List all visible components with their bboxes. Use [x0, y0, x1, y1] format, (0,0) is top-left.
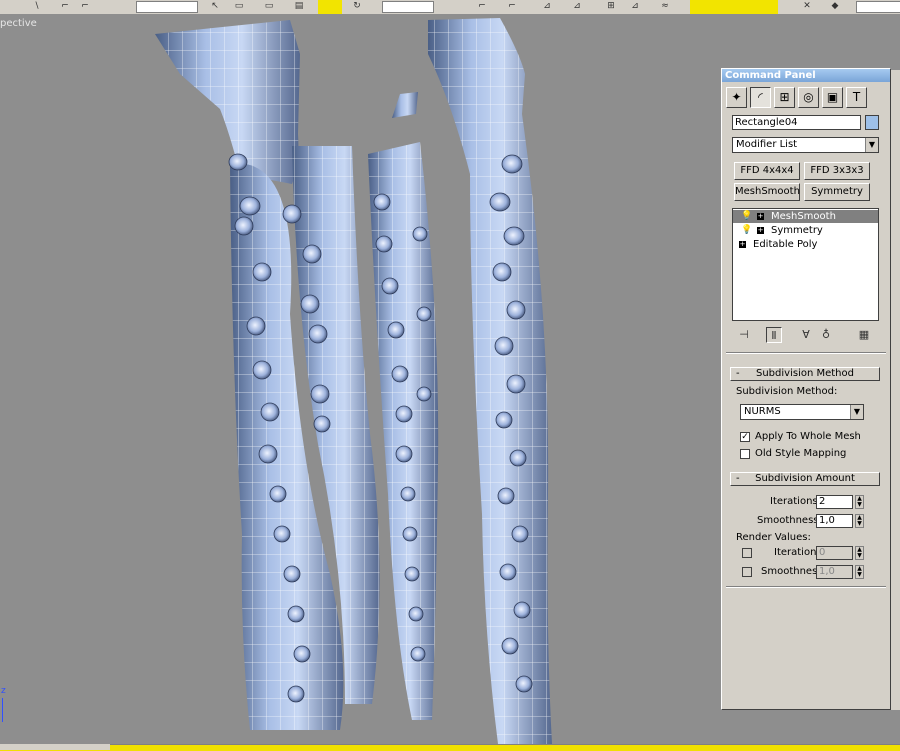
command-panel-title[interactable]: Command Panel: [722, 69, 890, 82]
symmetry-button[interactable]: Symmetry: [804, 183, 870, 201]
subdivision-method-label: Subdivision Method:: [736, 386, 838, 397]
apply-whole-mesh-label: Apply To Whole Mesh: [755, 431, 861, 442]
subdivision-method-rollout[interactable]: - Subdivision Method: [730, 367, 880, 381]
modifier-stack: 💡 + MeshSmooth 💡 + Symmetry + Editable P…: [732, 208, 879, 321]
render-setup-icon[interactable]: ◆: [828, 1, 842, 12]
collapse-icon: -: [736, 368, 740, 379]
subdivision-method-value: NURMS: [744, 406, 781, 417]
material-editor-icon[interactable]: ✕: [800, 1, 814, 12]
layers-icon[interactable]: ⊞: [604, 1, 618, 12]
status-field: [0, 744, 110, 750]
iterations-field[interactable]: 2: [816, 495, 853, 509]
render-iterations-field[interactable]: 0: [816, 546, 853, 560]
ffd-3x3x3-button[interactable]: FFD 3x3x3: [804, 162, 870, 180]
curve-editor-icon[interactable]: ≈: [658, 1, 672, 12]
render-smoothness-field[interactable]: 1,0: [816, 565, 853, 579]
named-selection-field[interactable]: [690, 0, 778, 14]
smoothness-field[interactable]: 1,0: [816, 514, 853, 528]
old-style-mapping-label: Old Style Mapping: [755, 448, 847, 459]
axis-z-line: [2, 698, 3, 722]
render-values-label: Render Values:: [736, 532, 811, 543]
configure-sets-icon[interactable]: ▦: [856, 327, 872, 343]
modify-tab-icon[interactable]: ◜: [750, 87, 771, 108]
show-end-result-icon[interactable]: Ⅱ: [766, 327, 782, 343]
graph-icon[interactable]: ⊿: [628, 1, 642, 12]
select-by-name-icon[interactable]: ▤: [292, 1, 306, 12]
expand-icon[interactable]: +: [739, 241, 746, 248]
snap-icon[interactable]: ⌐: [475, 1, 489, 12]
tentacle-middle-right: [368, 142, 439, 720]
utilities-tab-icon[interactable]: T: [846, 87, 867, 108]
modifier-list-label: Modifier List: [736, 139, 798, 150]
mirror-icon[interactable]: ⊿: [540, 1, 554, 12]
render-type-field[interactable]: [856, 1, 900, 13]
command-panel: Command Panel ✦ ◜ ⊞ ◎ ▣ T Rectangle04 Mo…: [721, 68, 891, 710]
right-edge-panel: [890, 70, 900, 710]
rollout-title: Subdivision Amount: [755, 473, 855, 484]
lightbulb-icon[interactable]: 💡: [741, 224, 752, 237]
reference-coord-field[interactable]: [382, 1, 434, 13]
select-icon[interactable]: ↖: [208, 1, 222, 12]
expand-icon[interactable]: +: [757, 227, 764, 234]
separator: [726, 352, 886, 354]
axis-z-label: z: [1, 686, 6, 696]
smoothness-label: Smoothness:: [757, 515, 822, 526]
iterations-label: Iterations:: [770, 496, 821, 507]
stack-item-editable-poly[interactable]: + Editable Poly: [733, 238, 878, 251]
modifier-list-dropdown[interactable]: Modifier List ▼: [732, 137, 879, 153]
smoothness-spinner[interactable]: ▲ ▼: [855, 514, 864, 528]
bind-icon[interactable]: ⌐: [78, 1, 92, 12]
align-icon[interactable]: ⊿: [570, 1, 584, 12]
pin-stack-icon[interactable]: ⊣: [736, 327, 752, 343]
rollout-title: Subdivision Method: [756, 368, 854, 379]
main-toolbar: \ ⌐ ⌐ ↖ ▭ ▭ ▤ ↻ ⌐ ⌐ ⊿ ⊿ ⊞ ⊿ ≈ ✕ ◆: [0, 0, 900, 15]
unlink-icon[interactable]: ⌐: [58, 1, 72, 12]
window-crossing-icon[interactable]: ▭: [262, 1, 276, 12]
move-tool-icon[interactable]: [318, 0, 342, 14]
render-iterations-checkbox[interactable]: [742, 548, 752, 558]
stack-item-meshsmooth[interactable]: 💡 + MeshSmooth: [733, 210, 878, 223]
old-style-mapping-checkbox[interactable]: [740, 449, 750, 459]
stack-item-label: Symmetry: [771, 225, 823, 236]
create-tab-icon[interactable]: ✦: [726, 87, 747, 108]
select-link-icon[interactable]: \: [30, 1, 44, 12]
motion-tab-icon[interactable]: ◎: [798, 87, 819, 108]
collapse-icon: -: [736, 473, 740, 484]
render-smoothness-spinner[interactable]: ▲ ▼: [855, 565, 864, 579]
ffd-4x4x4-button[interactable]: FFD 4x4x4: [734, 162, 800, 180]
lightbulb-icon[interactable]: 💡: [741, 210, 752, 223]
remove-modifier-icon[interactable]: ♁: [818, 327, 834, 343]
render-smoothness-checkbox[interactable]: [742, 567, 752, 577]
hierarchy-tab-icon[interactable]: ⊞: [774, 87, 795, 108]
render-iterations-spinner[interactable]: ▲ ▼: [855, 546, 864, 560]
select-region-icon[interactable]: ▭: [232, 1, 246, 12]
apply-whole-mesh-checkbox[interactable]: ✓: [740, 432, 750, 442]
display-tab-icon[interactable]: ▣: [822, 87, 843, 108]
angle-snap-icon[interactable]: ⌐: [505, 1, 519, 12]
subdivision-method-dropdown[interactable]: NURMS ▼: [740, 404, 864, 420]
make-unique-icon[interactable]: ∀: [798, 327, 814, 343]
subdivision-amount-rollout[interactable]: - Subdivision Amount: [730, 472, 880, 486]
separator: [726, 586, 886, 588]
rotate-icon[interactable]: ↻: [350, 1, 364, 12]
stack-item-symmetry[interactable]: 💡 + Symmetry: [733, 224, 878, 237]
stack-item-label: MeshSmooth: [771, 211, 836, 222]
object-name-field[interactable]: Rectangle04: [732, 115, 861, 130]
object-color-swatch[interactable]: [865, 115, 879, 130]
stack-toolbar: ⊣ Ⅱ ∀ ♁ ▦: [732, 325, 879, 345]
chevron-down-icon: ▼: [865, 138, 878, 152]
expand-icon[interactable]: +: [757, 213, 764, 220]
chevron-down-icon: ▼: [850, 405, 863, 419]
stack-item-label: Editable Poly: [753, 239, 818, 250]
iterations-spinner[interactable]: ▲ ▼: [855, 495, 864, 509]
selection-filter-field[interactable]: [136, 1, 198, 13]
meshsmooth-button[interactable]: MeshSmooth: [734, 183, 800, 201]
